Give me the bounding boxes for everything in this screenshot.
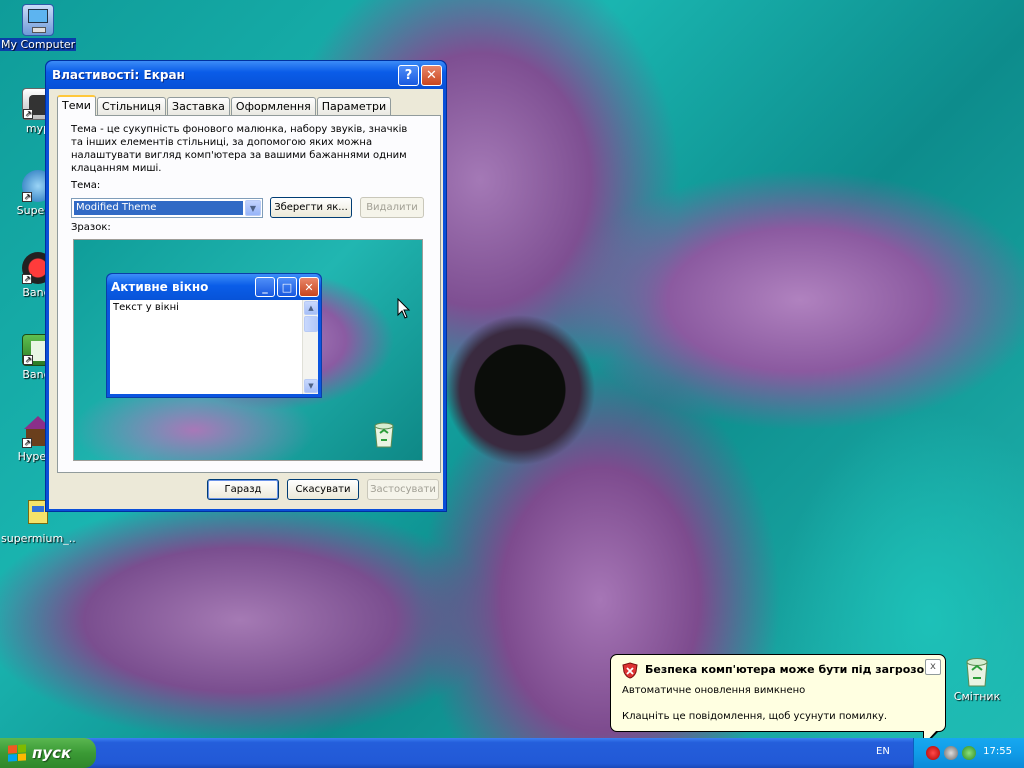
tab-appearance[interactable]: Оформлення <box>230 97 316 116</box>
system-tray: 17:55 <box>913 738 1024 768</box>
scroll-up-icon: ▲ <box>304 301 318 315</box>
security-shield-icon <box>622 662 638 679</box>
desktop-icon-label: supermium_... <box>1 532 76 545</box>
security-notification-balloon[interactable]: Безпека комп'ютера може бути під загрозо… <box>610 654 946 747</box>
delete-button[interactable]: Видалити <box>360 197 424 218</box>
mouse-cursor-icon <box>397 298 411 319</box>
maximize-icon: □ <box>277 277 297 297</box>
theme-select[interactable]: Modified Theme ▼ <box>71 198 263 218</box>
security-alert-icon[interactable] <box>926 746 940 760</box>
tab-settings[interactable]: Параметри <box>316 97 392 116</box>
tab-screensaver[interactable]: Заставка <box>167 97 230 116</box>
window-title-bar[interactable]: Властивості: Екран ? ✕ <box>46 61 446 89</box>
scroll-thumb <box>304 316 318 332</box>
start-button[interactable]: пуск <box>0 738 96 768</box>
desktop-icon-recycle-bin[interactable]: Смітник <box>952 655 1002 703</box>
recycle-bin-icon <box>966 658 988 687</box>
language-indicator[interactable]: EN <box>876 746 890 757</box>
balloon-title: Безпека комп'ютера може бути під загрозо… <box>645 663 935 676</box>
tab-themes[interactable]: Теми <box>57 95 96 116</box>
start-label: пуск <box>32 744 72 762</box>
help-icon: ? <box>404 67 413 83</box>
chevron-down-icon[interactable]: ▼ <box>245 200 261 216</box>
theme-preview: Активне вікно _ □ ✕ Текст у вікні ▲ ▼ <box>73 239 423 461</box>
close-icon: ✕ <box>426 67 437 83</box>
tab-desktop[interactable]: Стільниця <box>96 97 167 116</box>
help-button[interactable]: ? <box>398 64 419 86</box>
display-properties-window: Властивості: Екран ? ✕ Теми Стільниця За… <box>45 60 447 512</box>
preview-scrollbar: ▲ ▼ <box>302 300 318 394</box>
volume-icon[interactable] <box>944 746 958 760</box>
recycle-bin-icon <box>374 422 394 448</box>
desktop-icon-my-computer[interactable]: My Computer <box>0 4 76 54</box>
balloon-close-button[interactable]: x <box>925 659 941 675</box>
save-as-button[interactable]: Зберегти як... <box>270 197 352 218</box>
dialog-client-area: Теми Стільниця Заставка Оформлення Парам… <box>49 89 443 509</box>
balloon-line-2: Клацніть це повідомлення, щоб усунути по… <box>622 711 888 722</box>
cancel-button[interactable]: Скасувати <box>287 479 359 500</box>
recycle-bin-label: Смітник <box>953 690 1001 703</box>
preview-window-body: Текст у вікні ▲ ▼ <box>110 300 318 394</box>
themes-description: Тема - це сукупність фонового малюнка, н… <box>71 124 408 174</box>
ok-button[interactable]: Гаразд <box>207 479 279 500</box>
close-icon: ✕ <box>299 277 319 297</box>
preview-active-window: Активне вікно _ □ ✕ Текст у вікні ▲ ▼ <box>106 273 322 398</box>
desktop-icon-label: My Computer <box>0 38 76 51</box>
sample-label: Зразок: <box>71 222 111 233</box>
preview-title-bar: Активне вікно _ □ ✕ <box>107 274 321 300</box>
preview-window-text: Текст у вікні <box>113 302 179 313</box>
minimize-icon: _ <box>255 277 275 297</box>
balloon-line-1: Автоматичне оновлення вимкнено <box>622 685 806 696</box>
taskbar: пуск EN 17:55 <box>0 738 1024 768</box>
preview-window-title: Активне вікно <box>111 280 209 294</box>
window-title: Властивості: Екран <box>52 68 185 82</box>
theme-select-value: Modified Theme <box>74 201 243 215</box>
theme-label: Тема: <box>71 180 101 191</box>
tab-strip: Теми Стільниця Заставка Оформлення Парам… <box>57 95 392 116</box>
windows-logo-icon <box>8 744 26 762</box>
apply-button[interactable]: Застосувати <box>367 479 439 500</box>
clock[interactable]: 17:55 <box>983 746 1012 757</box>
close-button[interactable]: ✕ <box>421 64 442 86</box>
themes-panel: Тема - це сукупність фонового малюнка, н… <box>57 115 441 473</box>
scroll-down-icon: ▼ <box>304 379 318 393</box>
update-icon[interactable] <box>962 746 976 760</box>
computer-icon <box>22 4 54 36</box>
